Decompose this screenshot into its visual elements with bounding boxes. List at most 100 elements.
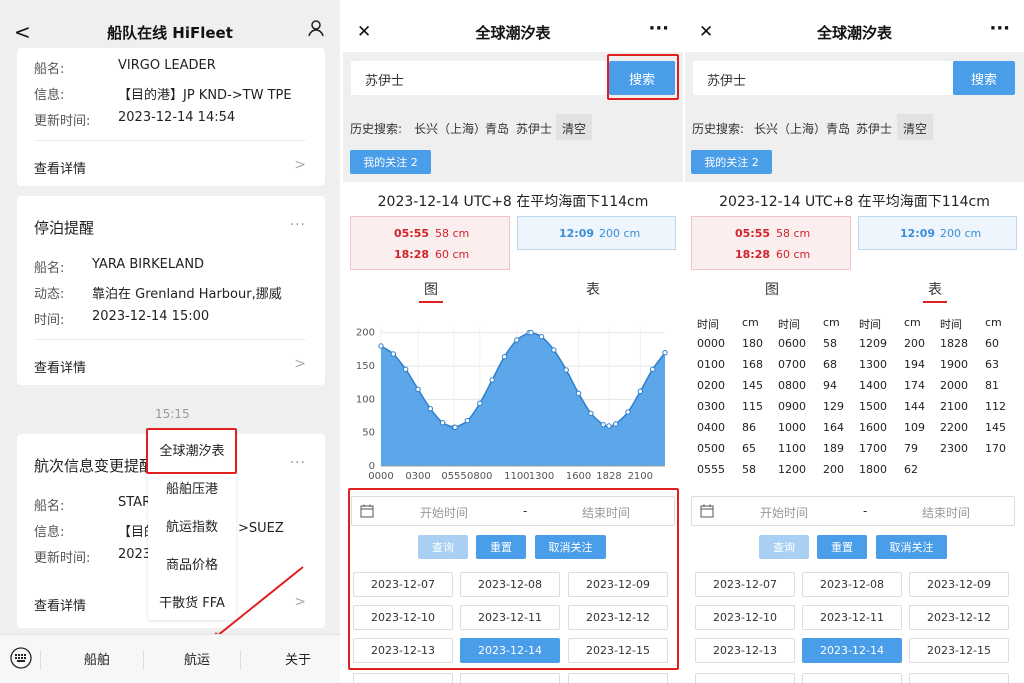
- time-cell: 0700: [778, 358, 806, 371]
- date-button[interactable]: 2023-12-11: [802, 605, 902, 630]
- cm-header: cm: [823, 316, 840, 329]
- cm-cell: 81: [985, 379, 999, 392]
- data-point: [563, 367, 569, 373]
- divider: [40, 650, 41, 670]
- nav-shipping[interactable]: 航运: [184, 649, 210, 668]
- start-time-field[interactable]: 开始时间: [760, 504, 808, 521]
- date-button[interactable]: 2023-12-09: [909, 572, 1009, 597]
- cm-header: cm: [742, 316, 759, 329]
- date-range-input[interactable]: 开始时间 - 结束时间: [691, 496, 1015, 526]
- end-time-field[interactable]: 结束时间: [582, 504, 630, 521]
- date-button[interactable]: 2023-12-11: [460, 605, 560, 630]
- cm-cell: 94: [823, 379, 837, 392]
- date-button[interactable]: [353, 673, 453, 683]
- cm-cell: 112: [985, 400, 1006, 413]
- data-point: [588, 410, 594, 417]
- query-button[interactable]: 查询: [759, 535, 809, 559]
- calendar-icon[interactable]: [360, 503, 374, 522]
- search-input[interactable]: 苏伊士: [351, 61, 609, 95]
- unfollow-button[interactable]: 取消关注: [535, 535, 606, 559]
- time-cell: 1000: [778, 421, 806, 434]
- cm-cell: 79: [904, 442, 918, 455]
- search-input[interactable]: 苏伊士: [693, 61, 953, 95]
- date-button[interactable]: [695, 673, 795, 683]
- reset-button[interactable]: 重置: [476, 535, 526, 559]
- date-button[interactable]: 2023-12-08: [802, 572, 902, 597]
- time-cell: 2200: [940, 421, 968, 434]
- cm-cell: 180: [742, 337, 763, 350]
- time-cell: 2100: [940, 400, 968, 413]
- time-cell: 0600: [778, 337, 806, 350]
- keyboard-icon[interactable]: [10, 647, 32, 673]
- date-button[interactable]: [460, 673, 560, 683]
- history-item[interactable]: 青岛: [485, 120, 509, 137]
- date-button[interactable]: 2023-12-07: [695, 572, 795, 597]
- app-title: 全球潮汐表: [475, 23, 551, 42]
- tab-chart[interactable]: 图: [765, 279, 779, 299]
- calendar-icon[interactable]: [700, 503, 714, 522]
- data-point: [538, 333, 545, 340]
- x-tick-label: 1300: [529, 471, 554, 482]
- reset-button[interactable]: 重置: [817, 535, 867, 559]
- history-item[interactable]: 苏伊士: [856, 120, 892, 137]
- date-button[interactable]: 2023-12-12: [909, 605, 1009, 630]
- cm-cell: 60: [985, 337, 999, 350]
- start-time-field[interactable]: 开始时间: [420, 504, 468, 521]
- query-button[interactable]: 查询: [418, 535, 468, 559]
- date-button[interactable]: [802, 673, 902, 683]
- date-button[interactable]: 2023-12-15: [568, 638, 668, 663]
- date-button[interactable]: [909, 673, 1009, 683]
- cm-header: cm: [904, 316, 921, 329]
- data-point: [606, 423, 612, 429]
- data-point: [662, 349, 668, 356]
- data-point: [415, 386, 421, 393]
- nav-ships[interactable]: 船舶: [84, 649, 110, 668]
- date-button-selected[interactable]: 2023-12-14: [802, 638, 902, 663]
- my-follows-button[interactable]: 我的关注 2: [691, 150, 772, 174]
- tab-table[interactable]: 表: [586, 279, 600, 299]
- clear-history-button[interactable]: 清空: [556, 114, 593, 140]
- close-icon[interactable]: ✕: [699, 22, 713, 42]
- search-button[interactable]: 搜索: [953, 61, 1015, 95]
- history-item[interactable]: 长兴（上海）: [414, 120, 486, 137]
- data-point: [440, 419, 446, 426]
- history-item[interactable]: 长兴（上海）: [754, 120, 826, 137]
- date-range-input[interactable]: 开始时间 - 结束时间: [351, 496, 675, 526]
- date-button[interactable]: 2023-12-15: [909, 638, 1009, 663]
- more-icon[interactable]: ···: [648, 18, 669, 39]
- date-button[interactable]: 2023-12-08: [460, 572, 560, 597]
- unfollow-button[interactable]: 取消关注: [876, 535, 947, 559]
- x-tick-label: 0800: [467, 471, 492, 482]
- app-title: 全球潮汐表: [816, 23, 892, 42]
- low-tide-box: 05:55 58 cm 18:28 60 cm: [350, 216, 510, 270]
- date-button[interactable]: 2023-12-10: [353, 605, 453, 630]
- active-tab-indicator: [419, 301, 443, 303]
- my-follows-button[interactable]: 我的关注 2: [350, 150, 431, 174]
- date-button[interactable]: 2023-12-12: [568, 605, 668, 630]
- data-point: [575, 390, 582, 397]
- more-icon[interactable]: ···: [989, 18, 1010, 39]
- close-icon[interactable]: ✕: [357, 22, 371, 42]
- tab-chart[interactable]: 图: [424, 279, 438, 299]
- cm-cell: 115: [742, 400, 763, 413]
- date-button[interactable]: 2023-12-09: [568, 572, 668, 597]
- date-button[interactable]: 2023-12-10: [695, 605, 795, 630]
- history-item[interactable]: 青岛: [826, 120, 850, 137]
- data-point: [637, 388, 644, 395]
- date-button[interactable]: 2023-12-07: [353, 572, 453, 597]
- high-tide-box: 12:09 200 cm: [517, 216, 676, 250]
- x-tick-label: 0300: [405, 471, 430, 482]
- time-cell: 0500: [697, 442, 725, 455]
- history-item[interactable]: 苏伊士: [516, 120, 552, 137]
- date-button-selected[interactable]: 2023-12-14: [460, 638, 560, 663]
- clear-history-button[interactable]: 清空: [897, 114, 934, 140]
- date-button[interactable]: [568, 673, 668, 683]
- high-tide-value: 200 cm: [940, 227, 982, 240]
- date-button[interactable]: 2023-12-13: [695, 638, 795, 663]
- x-tick-label: 2100: [628, 471, 653, 482]
- end-time-field[interactable]: 结束时间: [922, 504, 970, 521]
- tide-table-screen: ✕ 全球潮汐表 ··· 苏伊士 搜索 历史搜索: 长兴（上海） 青岛 苏伊士 清…: [685, 0, 1024, 683]
- date-button[interactable]: 2023-12-13: [353, 638, 453, 663]
- tab-table[interactable]: 表: [928, 279, 942, 299]
- nav-about[interactable]: 关于: [285, 649, 311, 668]
